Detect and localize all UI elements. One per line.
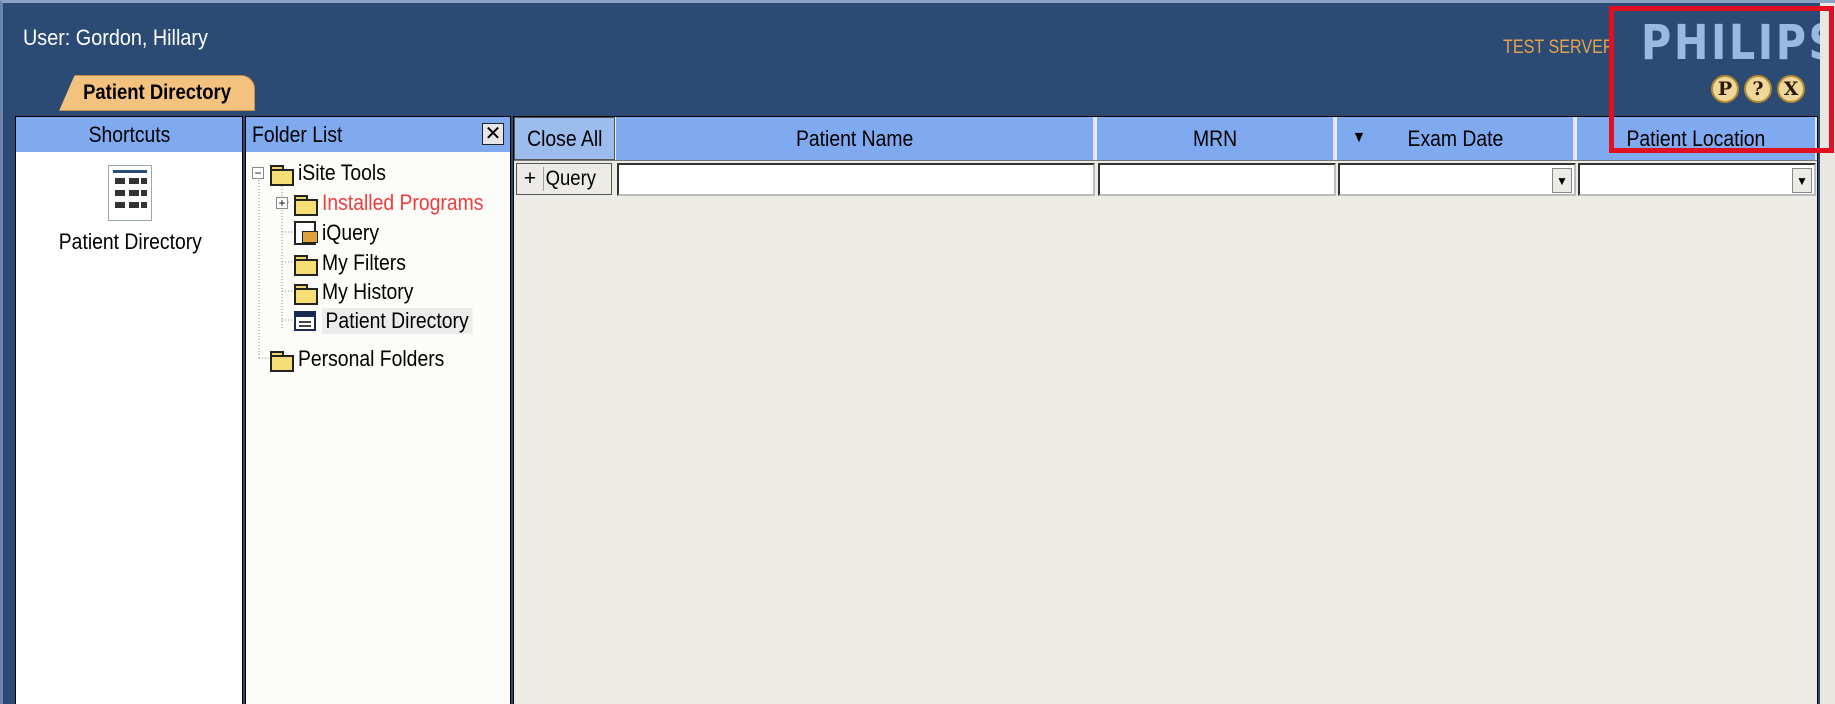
- close-all-button[interactable]: Close All: [514, 117, 615, 160]
- shortcuts-header: Shortcuts: [16, 117, 242, 152]
- tree-item-my-filters[interactable]: My Filters: [294, 248, 417, 278]
- tree-item-installed-programs[interactable]: + Installed Programs: [276, 188, 505, 218]
- shortcuts-panel: Shortcuts Patient Directory: [15, 116, 243, 704]
- tree-item-iquery[interactable]: iQuery: [294, 218, 387, 248]
- folder-icon: [270, 164, 294, 186]
- tree-item-personal-folders[interactable]: Personal Folders: [270, 344, 464, 374]
- tree-item-my-history[interactable]: My History: [294, 277, 426, 307]
- filter-row: + Query ▼ ▼: [514, 161, 1817, 197]
- column-label: Exam Date: [1407, 125, 1503, 151]
- query-label: Query: [543, 167, 596, 191]
- folder-icon: [270, 350, 294, 372]
- user-label: User: Gordon, Hillary: [23, 25, 208, 50]
- expand-icon[interactable]: +: [276, 197, 288, 209]
- column-label: Patient Name: [795, 125, 914, 151]
- shortcuts-title: Shortcuts: [88, 121, 170, 147]
- close-folder-list-button[interactable]: ✕: [482, 123, 504, 145]
- tree-item-label: Patient Directory: [322, 308, 473, 334]
- close-all-label: Close All: [526, 125, 603, 151]
- folder-list-panel: Folder List ✕ − iSite Tools + Installed …: [245, 116, 511, 704]
- query-button[interactable]: + Query: [516, 163, 612, 195]
- exam-date-filter[interactable]: ▼: [1338, 163, 1576, 196]
- tree-item-patient-directory[interactable]: Patient Directory: [294, 306, 493, 336]
- tab-label: Patient Directory: [83, 81, 231, 104]
- tree-item-label: iSite Tools: [298, 160, 386, 185]
- column-mrn[interactable]: MRN: [1097, 117, 1335, 160]
- query-icon: [294, 221, 318, 245]
- tab-patient-directory[interactable]: Patient Directory: [59, 75, 255, 111]
- tree-item-label: Installed Programs: [322, 190, 484, 215]
- mrn-filter[interactable]: [1098, 163, 1336, 196]
- folder-list-title: Folder List: [252, 121, 343, 147]
- folder-list-header: Folder List ✕: [246, 117, 510, 152]
- patient-directory-icon: [108, 165, 152, 221]
- tree-item-label: My Filters: [322, 250, 406, 275]
- tree-item-isite-tools[interactable]: − iSite Tools: [252, 158, 398, 188]
- dropdown-arrow-icon[interactable]: ▼: [1552, 168, 1572, 193]
- plus-icon: +: [523, 167, 537, 190]
- red-highlight-box: [1609, 6, 1834, 153]
- folder-icon: [294, 283, 318, 305]
- column-label: MRN: [1192, 125, 1238, 151]
- shortcut-patient-directory[interactable]: Patient Directory: [16, 165, 244, 255]
- patient-location-filter[interactable]: ▼: [1578, 163, 1816, 196]
- patient-grid: Close All Patient Name MRN ▼ Exam Date P…: [513, 116, 1818, 704]
- tree-item-label: Personal Folders: [298, 346, 445, 371]
- app-window: User: Gordon, Hillary Patient Directory …: [0, 0, 1835, 704]
- tree-item-label: iQuery: [322, 220, 380, 245]
- patient-name-filter[interactable]: [617, 163, 1095, 196]
- tree-item-label: My History: [322, 279, 414, 304]
- dropdown-arrow-icon[interactable]: ▼: [1792, 168, 1812, 193]
- collapse-icon[interactable]: −: [252, 167, 264, 179]
- folder-icon: [294, 254, 318, 276]
- sort-descending-icon: ▼: [1351, 129, 1366, 146]
- folder-icon: [294, 194, 318, 216]
- column-patient-name[interactable]: Patient Name: [616, 117, 1095, 160]
- server-label: TEST SERVER: [1503, 37, 1615, 58]
- top-bar: User: Gordon, Hillary Patient Directory …: [3, 3, 1835, 113]
- directory-icon: [294, 311, 316, 331]
- shortcut-label: Patient Directory: [58, 229, 202, 254]
- column-exam-date[interactable]: ▼ Exam Date: [1337, 117, 1575, 160]
